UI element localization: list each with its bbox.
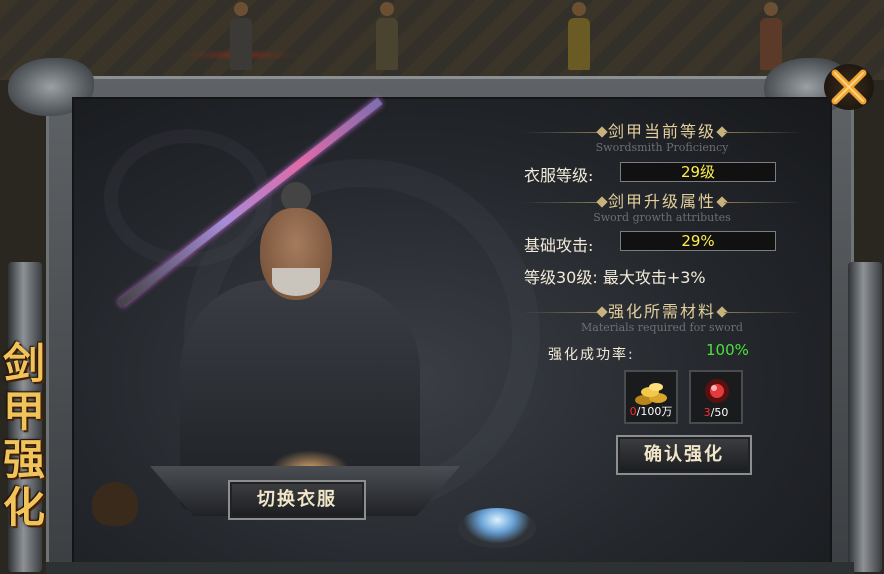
material-count: 3/50 <box>691 406 741 419</box>
water-basin <box>458 508 536 548</box>
next-level-bonus: 等级30级: 最大攻击+3% <box>524 268 706 287</box>
title-char: 剑 <box>3 339 46 388</box>
clay-pot <box>92 482 138 526</box>
success-rate-label: 强化成功率: <box>548 347 635 363</box>
title-char: 强 <box>3 435 46 484</box>
confirm-enhance-button[interactable]: 确认强化 <box>616 435 752 475</box>
material-slot-gem[interactable]: 3/50 <box>689 370 743 424</box>
section-proficiency: 剑甲当前等级 Swordsmith Proficiency <box>522 122 802 154</box>
material-count: 0/100万 <box>626 403 676 419</box>
section-materials: 强化所需材料 Materials required for sword <box>522 302 802 334</box>
close-button[interactable] <box>824 64 874 110</box>
title-char: 化 <box>3 483 46 532</box>
title-char: 甲 <box>3 387 46 436</box>
required-count: /100万 <box>636 405 673 418</box>
switch-clothes-button[interactable]: 切换衣服 <box>228 480 366 520</box>
clothing-level-value: 29级 <box>620 162 776 182</box>
owned-count: 3 <box>703 406 711 419</box>
base-attack-label: 基础攻击: <box>524 236 594 255</box>
frame-bottom <box>46 562 854 574</box>
npc-character <box>228 0 254 74</box>
base-attack-value: 29% <box>620 231 776 251</box>
section-subtitle: Swordsmith Proficiency <box>595 141 729 154</box>
section-subtitle: Sword growth attributes <box>593 211 731 224</box>
material-slot-gold[interactable]: 0/100万 <box>624 370 678 424</box>
section-growth: 剑甲升级属性 Sword growth attributes <box>522 192 802 224</box>
panel-title-vertical: 剑 甲 强 化 <box>3 339 46 532</box>
npc-character <box>374 0 400 74</box>
success-rate-value: 100% <box>706 341 749 359</box>
section-subtitle: Materials required for sword <box>581 321 743 334</box>
red-gem-icon <box>705 379 729 403</box>
owned-count: 0 <box>629 405 637 418</box>
game-world-background <box>0 0 884 80</box>
clothing-level-label: 衣服等级: <box>524 166 594 185</box>
close-x-icon <box>831 69 867 105</box>
npc-character <box>566 0 592 74</box>
sword-pillar-right <box>848 262 882 572</box>
required-count: /50 <box>710 406 729 419</box>
